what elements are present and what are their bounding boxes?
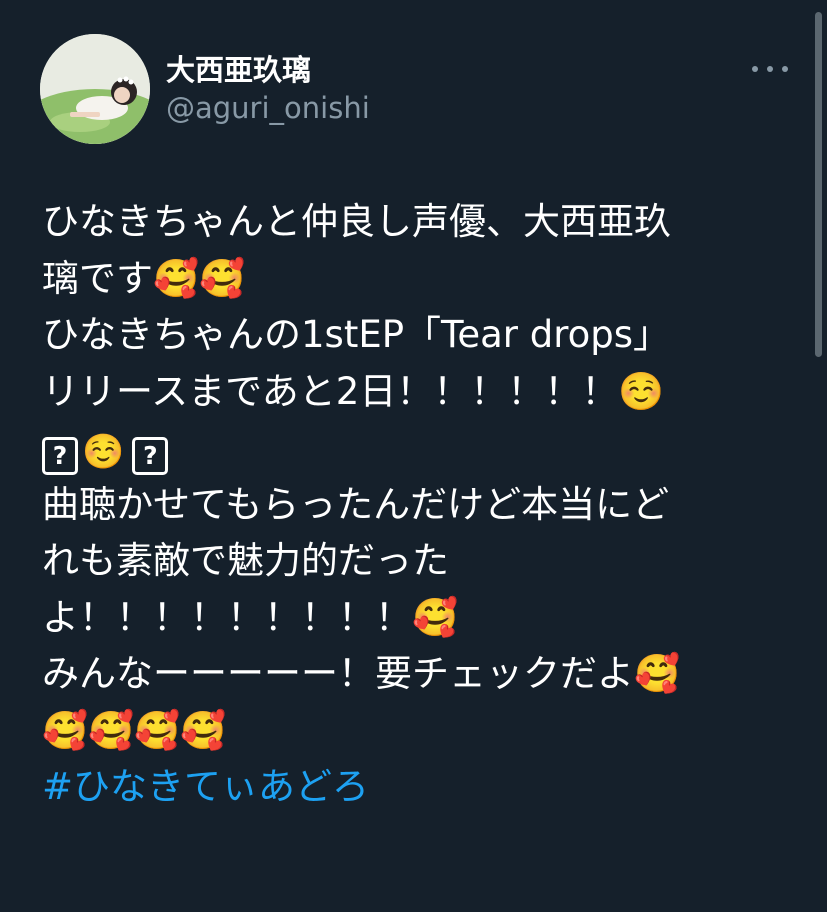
tweet-line: 璃です🥰🥰 <box>42 256 246 300</box>
user-handle[interactable]: @aguri_onishi <box>166 90 370 126</box>
tweet-line: ひなきちゃんの1stEP「Tear drops」 <box>42 313 671 356</box>
tweet-line: みんなーーーーー！要チェックだよ🥰 <box>42 652 681 695</box>
hashtag-link[interactable]: #ひなきてぃあどろ <box>42 759 802 816</box>
tweet-line: よ！！！！！！！！！🥰 <box>42 595 459 639</box>
tweet-line: 曲聴かせてもらったんだけど本当にど <box>42 482 670 526</box>
smiling-face-emoji: ☺️ <box>82 432 125 472</box>
tweet-line: リリースまであと2日！！！！！！☺️ <box>42 369 665 413</box>
dot <box>767 66 773 72</box>
tweet-line: ひなきちゃんと仲良し声優、大西亜玖 <box>42 200 671 243</box>
tweet-line-emoji-row: ? ☺️? <box>42 420 802 477</box>
tweet-line: れも素敵で魅力的だった <box>42 539 449 582</box>
dot <box>752 66 758 72</box>
tweet-text: ひなきちゃんと仲良し声優、大西亜玖 璃です🥰🥰 ひなきちゃんの1stEP「Tea… <box>42 194 802 816</box>
tweet-line: 🥰🥰🥰🥰 <box>42 708 227 752</box>
avatar[interactable] <box>40 34 150 144</box>
tweet-card: 大西亜玖璃 @aguri_onishi ひなきちゃんと仲良し声優、大西亜玖 璃で… <box>0 0 827 912</box>
avatar-image <box>40 34 150 144</box>
ellipsis-icon[interactable] <box>752 58 788 80</box>
unknown-glyph-box: ? <box>132 437 169 475</box>
unknown-glyph-box: ? <box>42 437 78 475</box>
dot <box>782 66 788 72</box>
scrollbar[interactable] <box>815 12 822 357</box>
display-name[interactable]: 大西亜玖璃 <box>166 52 311 88</box>
